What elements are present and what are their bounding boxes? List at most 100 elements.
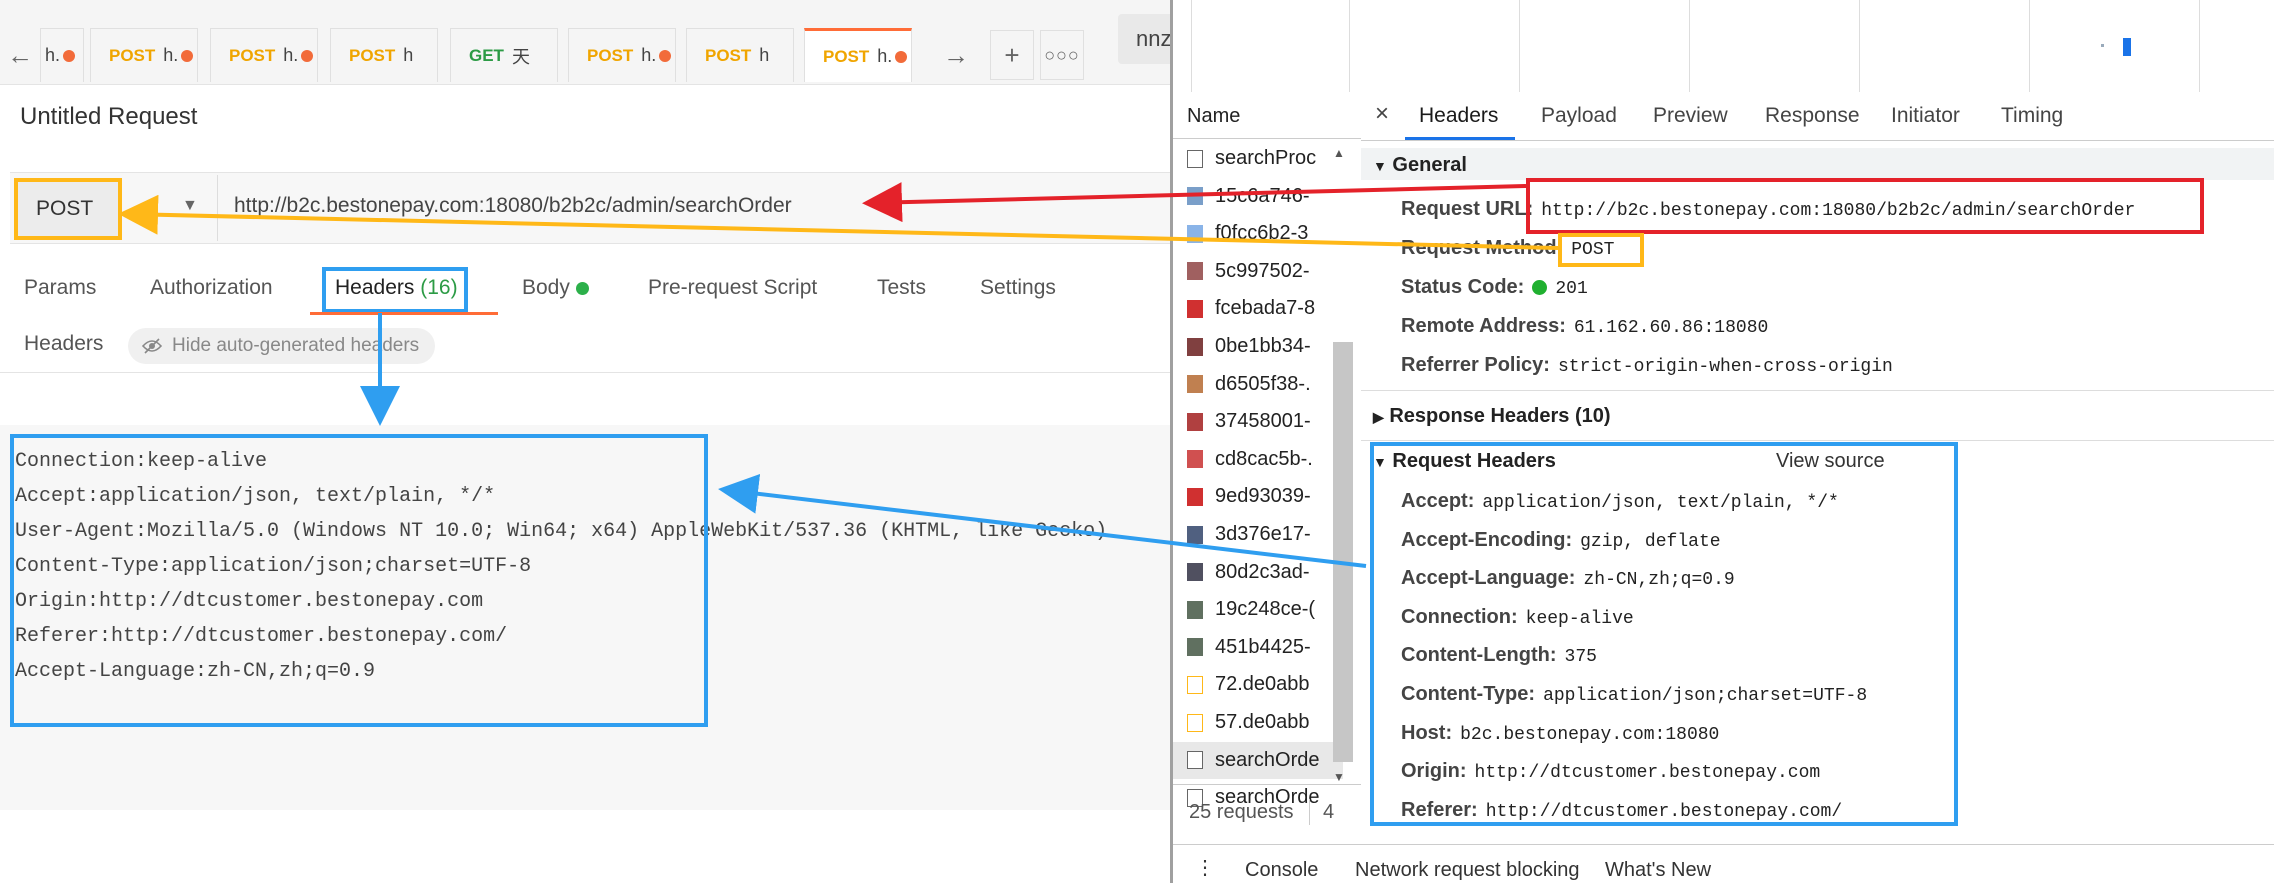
- request-row[interactable]: f0fcc6b2-3: [1173, 215, 1343, 252]
- response-headers-title: Response Headers (10): [1389, 405, 1611, 427]
- name-column-header[interactable]: Name: [1173, 92, 1361, 139]
- triangle-down-icon: ▼: [1373, 158, 1387, 174]
- annotation-request-method-box: [1558, 233, 1644, 267]
- request-row[interactable]: 9ed93039-: [1173, 478, 1343, 515]
- request-row[interactable]: 19c248ce-(: [1173, 591, 1343, 628]
- request-name: 72.de0abb: [1215, 673, 1310, 696]
- request-list-scrollbar[interactable]: [1333, 342, 1353, 762]
- tab-body-label: Body: [522, 276, 570, 299]
- request-row[interactable]: fcebada7-8: [1173, 290, 1343, 327]
- tab-label: h.: [163, 45, 179, 65]
- tab-payload[interactable]: Payload: [1541, 104, 1617, 128]
- chevron-down-icon[interactable]: ▼: [182, 197, 198, 215]
- scroll-down-icon[interactable]: ▼: [1333, 770, 1345, 784]
- more-tabs-icon[interactable]: ○○○: [1040, 30, 1084, 80]
- request-tab-bar: ← h. POST h. POST h. POST h GET 天 POST h. POS…: [0, 0, 1170, 85]
- active-tab-underline: [310, 312, 498, 315]
- request-name: 9ed93039-: [1215, 485, 1311, 508]
- field-key: Status Code:: [1401, 276, 1525, 298]
- back-arrow-icon[interactable]: ←: [0, 30, 40, 80]
- close-icon[interactable]: ×: [1375, 100, 1389, 128]
- tab-method: GET: [469, 45, 504, 65]
- request-tab-6[interactable]: POST h.: [568, 28, 676, 82]
- divider: [1309, 799, 1310, 825]
- tab-settings[interactable]: Settings: [980, 276, 1056, 300]
- request-tab-5[interactable]: GET 天: [450, 28, 558, 82]
- tab-label: 天: [511, 46, 530, 67]
- request-row[interactable]: 3d376e17-: [1173, 516, 1343, 553]
- annotation-headers-tab-box: [322, 267, 468, 313]
- timeline-gridline: [1191, 0, 1192, 92]
- request-row[interactable]: 0be1bb34-: [1173, 328, 1343, 365]
- divider: [217, 175, 218, 241]
- hide-auto-generated-headers-toggle[interactable]: Hide auto-generated headers: [128, 328, 436, 364]
- general-section-header[interactable]: [1361, 148, 2274, 180]
- tab-response[interactable]: Response: [1765, 104, 1860, 128]
- url-input[interactable]: http://b2c.bestonepay.com:18080/b2b2c/ad…: [234, 194, 792, 218]
- scroll-up-icon[interactable]: ▲: [1333, 146, 1345, 160]
- tab-params[interactable]: Params: [24, 276, 96, 300]
- request-row[interactable]: searchProc: [1173, 140, 1343, 177]
- response-headers-section[interactable]: ▶ Response Headers (10): [1373, 405, 1611, 428]
- request-tab-3[interactable]: POST h.: [210, 28, 318, 82]
- request-row[interactable]: searchOrde: [1173, 741, 1343, 779]
- divider: [1361, 440, 2274, 441]
- file-type-icon: [1187, 337, 1203, 356]
- file-type-icon: [1187, 751, 1203, 770]
- annotation-request-url-box: [1526, 178, 2204, 234]
- unsaved-dot-icon: [895, 50, 908, 63]
- request-name: 19c248ce-(: [1215, 598, 1316, 621]
- request-tab-2[interactable]: POST h.: [90, 28, 198, 82]
- divider: [1361, 390, 2274, 391]
- drawer-tab-network-request-blocking[interactable]: Network request blocking: [1355, 859, 1580, 882]
- request-row[interactable]: 72.de0abb: [1173, 666, 1343, 703]
- file-type-icon: [1187, 563, 1203, 582]
- tab-timing[interactable]: Timing: [2001, 104, 2063, 128]
- tab-tests[interactable]: Tests: [877, 276, 926, 300]
- tab-authorization[interactable]: Authorization: [150, 276, 273, 300]
- tab-scroll-right-icon[interactable]: →: [934, 30, 978, 80]
- drawer-tab-whats-new[interactable]: What's New: [1605, 859, 1711, 882]
- tab-headers[interactable]: Headers: [1419, 104, 1498, 128]
- request-row[interactable]: cd8cac5b-.: [1173, 441, 1343, 478]
- file-type-icon: [1187, 412, 1203, 431]
- request-tab-7[interactable]: POST h: [686, 28, 794, 82]
- field-key: Request URL:: [1401, 198, 1534, 220]
- request-tab-4[interactable]: POST h: [330, 28, 438, 82]
- tab-prerequest-script[interactable]: Pre-request Script: [648, 276, 817, 300]
- tab-initiator[interactable]: Initiator: [1891, 104, 1960, 128]
- request-count: 25 requests: [1189, 801, 1294, 823]
- request-name: searchProc: [1215, 147, 1317, 169]
- general-section-title[interactable]: ▼ General: [1373, 154, 1467, 177]
- drawer-menu-icon[interactable]: ⋮: [1195, 855, 1215, 880]
- tab-preview[interactable]: Preview: [1653, 104, 1728, 128]
- request-name: 451b4425-: [1215, 635, 1311, 658]
- request-row[interactable]: 37458001-: [1173, 403, 1343, 440]
- triangle-right-icon: ▶: [1373, 409, 1384, 425]
- request-row[interactable]: 80d2c3ad-: [1173, 554, 1343, 591]
- request-row[interactable]: 5c997502-: [1173, 253, 1343, 290]
- workspace-selector[interactable]: nnz: [1118, 14, 1170, 64]
- request-row[interactable]: 451b4425-: [1173, 629, 1343, 666]
- new-tab-plus-icon[interactable]: +: [990, 30, 1034, 80]
- headers-section-title: Headers: [24, 332, 104, 355]
- field-value: 201: [1555, 279, 1588, 299]
- file-type-icon: [1187, 675, 1203, 694]
- method-select[interactable]: POST: [14, 178, 122, 240]
- tab-body[interactable]: Body: [522, 276, 589, 300]
- request-row[interactable]: 15c6a746-: [1173, 178, 1343, 215]
- request-tab-1[interactable]: h.: [40, 28, 84, 82]
- devtools-drawer: ⋮ Console Network request blocking What'…: [1173, 844, 2274, 883]
- method-value: POST: [36, 197, 94, 220]
- drawer-tab-console[interactable]: Console: [1245, 859, 1318, 882]
- file-type-icon: [1187, 638, 1203, 657]
- body-indicator-icon: [575, 281, 589, 295]
- request-title[interactable]: Untitled Request: [20, 103, 197, 131]
- request-row[interactable]: 57.de0abb: [1173, 704, 1343, 741]
- status-ok-icon: [1532, 280, 1548, 296]
- request-tab-8-active[interactable]: POST h.: [804, 28, 912, 82]
- field-key: Request Method:: [1401, 237, 1564, 259]
- unsaved-dot-icon: [63, 49, 76, 62]
- request-row[interactable]: d6505f38-.: [1173, 366, 1343, 403]
- field-value: 61.162.60.86:18080: [1573, 318, 1769, 338]
